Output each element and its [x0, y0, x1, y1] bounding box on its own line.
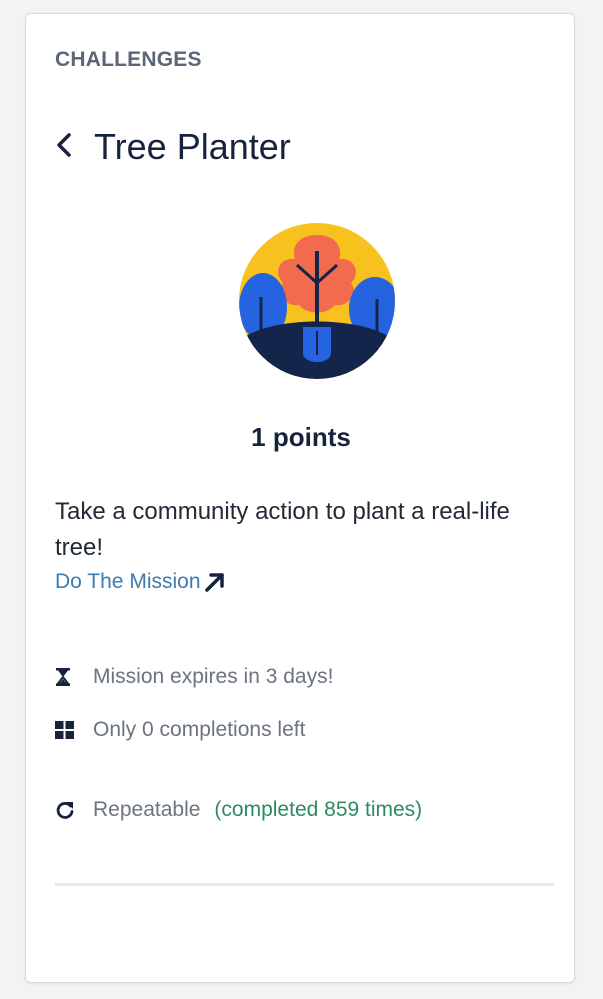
expires-text: Mission expires in 3 days! [93, 665, 334, 688]
completions-row: Only 0 completions left [55, 718, 305, 742]
challenge-card: CHALLENGES Tree Planter 1 points Take a … [25, 13, 575, 983]
completed-count: (completed 859 times) [214, 798, 423, 821]
section-header: CHALLENGES [55, 48, 202, 71]
title-row: Tree Planter [55, 126, 291, 168]
mission-link-label: Do The Mission [55, 570, 201, 593]
back-button[interactable] [55, 127, 79, 167]
grid-icon [55, 719, 77, 741]
challenge-title: Tree Planter [94, 126, 291, 167]
arrow-up-right-icon [203, 571, 227, 593]
divider [55, 883, 554, 886]
completions-text: Only 0 completions left [93, 718, 306, 741]
challenge-description: Take a community action to plant a real-… [55, 498, 510, 561]
points-value: 1 points [251, 422, 351, 452]
hourglass-icon [55, 666, 77, 688]
repeatable-text: Repeatable [93, 798, 201, 821]
refresh-icon [55, 799, 77, 821]
challenge-badge [239, 223, 395, 379]
repeatable-row: Repeatable (completed 859 times) [55, 798, 422, 822]
chevron-left-icon [55, 132, 73, 163]
expires-row: Mission expires in 3 days! [55, 665, 333, 689]
do-mission-link[interactable]: Do The Mission [55, 570, 227, 594]
